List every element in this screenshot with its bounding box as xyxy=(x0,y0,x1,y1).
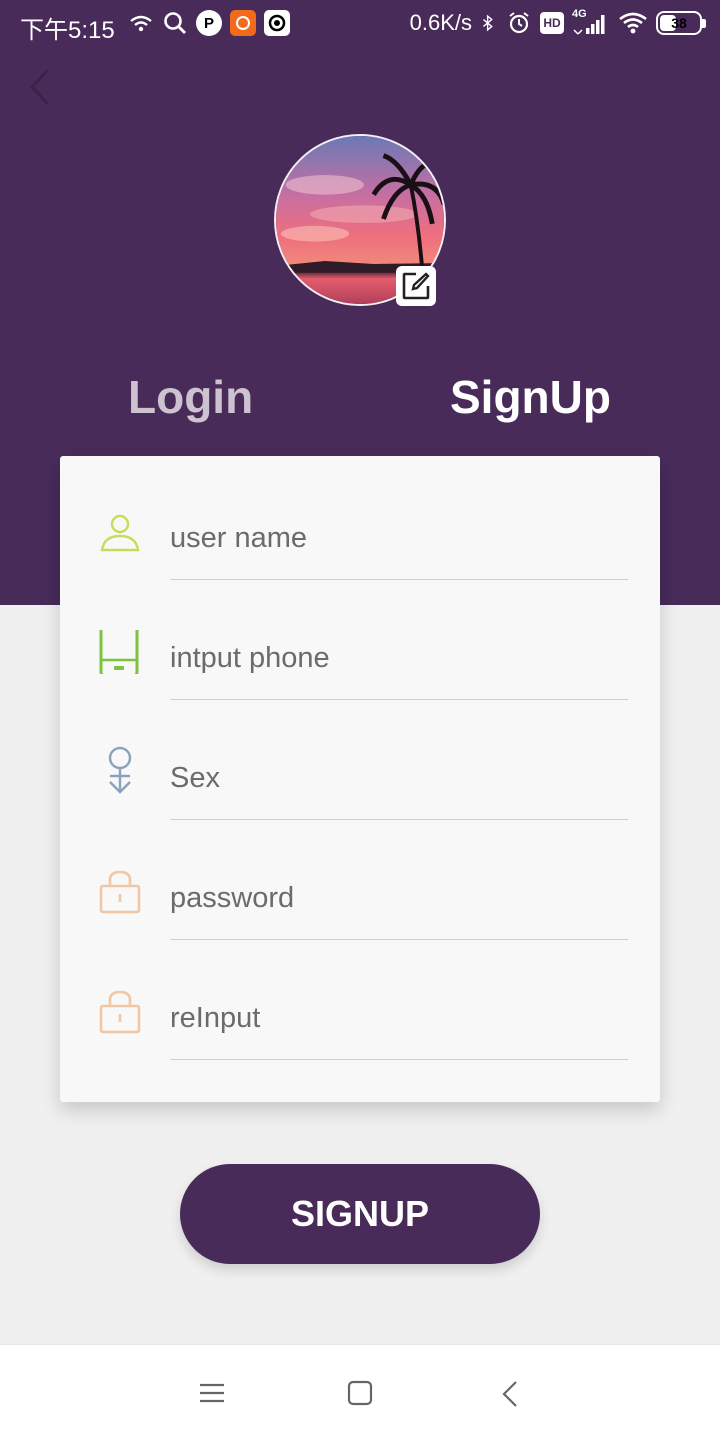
phone-field xyxy=(60,576,660,700)
user-name-input[interactable] xyxy=(170,516,630,560)
user-icon xyxy=(100,514,140,552)
phone-icon xyxy=(99,630,139,674)
system-nav-bar xyxy=(0,1344,720,1440)
battery-icon: 38 xyxy=(656,11,706,35)
wifi-icon xyxy=(619,12,647,34)
signup-button[interactable]: SIGNUP xyxy=(180,1164,540,1264)
sex-input[interactable] xyxy=(170,756,630,800)
signup-form-card xyxy=(60,456,660,1102)
p-app-icon: P xyxy=(196,10,222,36)
password-field xyxy=(60,816,660,940)
status-left-icons: P xyxy=(128,10,290,36)
reinput-password-field xyxy=(60,936,660,1060)
status-time: 下午5:15 xyxy=(20,17,115,44)
chevron-left-icon[interactable] xyxy=(20,62,60,112)
reinput-underline xyxy=(170,1059,628,1060)
battery-level: 38 xyxy=(671,15,687,31)
user-name-field xyxy=(60,456,660,580)
wifi-status-icon xyxy=(130,15,152,32)
sex-icon xyxy=(108,746,132,794)
hd-badge: HD xyxy=(540,12,564,34)
record-app-icon xyxy=(264,10,290,36)
alarm-icon xyxy=(509,12,529,34)
home-square-icon[interactable] xyxy=(346,1379,376,1409)
back-triangle-icon[interactable] xyxy=(498,1379,528,1409)
tab-signup[interactable]: SignUp xyxy=(450,370,611,424)
orange-app-icon xyxy=(230,10,256,36)
reinput-password-input[interactable] xyxy=(170,996,630,1040)
lock-icon xyxy=(99,870,141,914)
phone-input[interactable] xyxy=(170,636,630,680)
tab-login[interactable]: Login xyxy=(128,370,253,424)
password-input[interactable] xyxy=(170,876,630,920)
lock-icon xyxy=(99,990,141,1034)
edit-icon xyxy=(402,272,430,300)
net-speed: 0.6K/s xyxy=(409,10,472,35)
signal-icon: 4G xyxy=(572,8,610,36)
status-right-icons: 0.6K/s HD 4G 38 xyxy=(409,8,706,36)
menu-icon[interactable] xyxy=(198,1379,228,1409)
bluetooth-icon xyxy=(483,14,493,32)
signal-bars-icon xyxy=(573,15,605,35)
edit-avatar-button[interactable] xyxy=(396,266,436,306)
status-bar: 下午5:15 P 0.6K/s HD 4G 38 xyxy=(0,0,720,50)
search-status-icon xyxy=(164,12,186,34)
sex-field xyxy=(60,696,660,820)
